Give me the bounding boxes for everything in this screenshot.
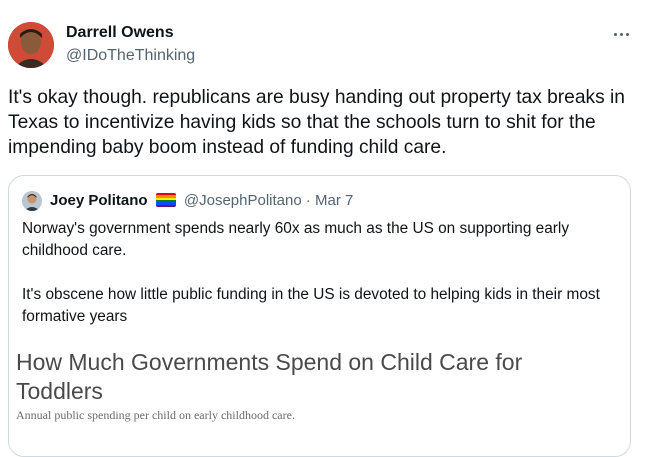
- avatar[interactable]: [8, 22, 54, 68]
- chart-title: How Much Governments Spend on Child Care…: [16, 349, 523, 404]
- separator-dot: ·: [305, 192, 311, 209]
- quoted-date[interactable]: Mar 7: [315, 192, 353, 209]
- more-options-button[interactable]: [608, 24, 634, 44]
- rainbow-flag-icon: [155, 193, 176, 207]
- quoted-tweet-text: Norway's government spends nearly 60x as…: [22, 220, 600, 325]
- quoted-author-handle[interactable]: @JosephPolitano: [184, 192, 302, 209]
- quoted-tweet-card[interactable]: Joey Politano @JosephPolitano · Mar 7 No…: [8, 175, 631, 457]
- quoted-avatar[interactable]: [22, 191, 42, 211]
- avatar-image: [8, 22, 54, 68]
- quoted-header: Joey Politano @JosephPolitano · Mar 7: [50, 192, 353, 209]
- quoted-author-name[interactable]: Joey Politano: [50, 192, 148, 209]
- author-name[interactable]: Darrell Owens: [66, 24, 174, 42]
- quoted-avatar-image: [22, 191, 42, 211]
- tweet-text: It's okay though. republicans are busy h…: [8, 87, 625, 158]
- chart-subtitle: Annual public spending per child on earl…: [16, 408, 295, 422]
- author-handle[interactable]: @IDoTheThinking: [66, 47, 195, 65]
- more-horizontal-icon: [613, 32, 617, 36]
